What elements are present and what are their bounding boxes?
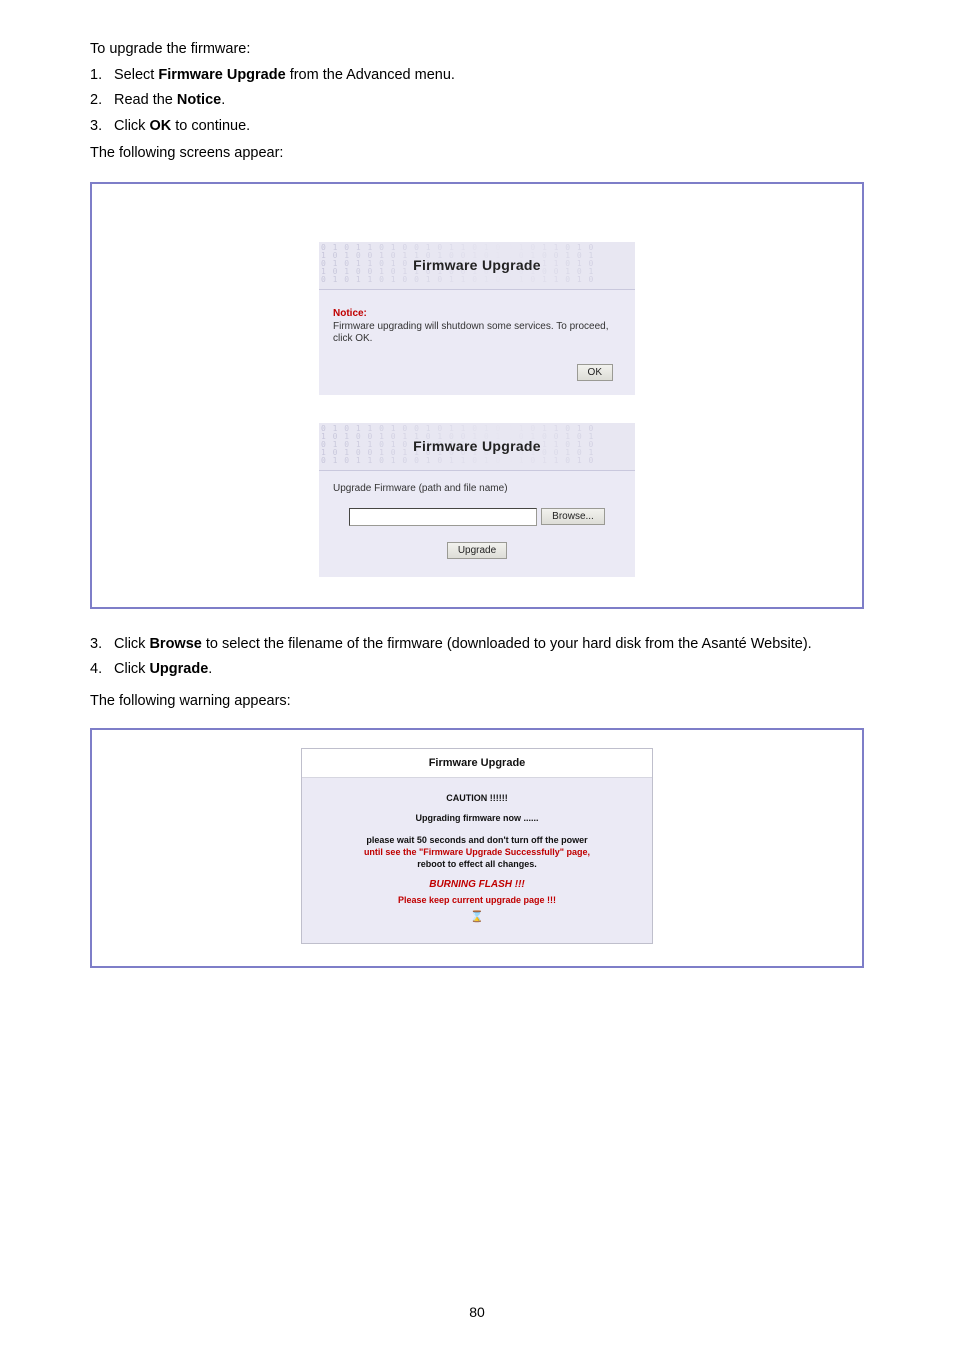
- panel-header: 0 1 0 1 1 0 1 0 0 1 0 1 1 0 1 0 0 1 0 1 …: [319, 423, 635, 471]
- panel-header: 0 1 0 1 1 0 1 0 0 1 0 1 1 0 1 0 0 1 0 1 …: [319, 242, 635, 290]
- intro-sentence: To upgrade the firmware:: [90, 40, 864, 60]
- step-number: 2.: [90, 91, 114, 111]
- panel-intro: The following screens appear:: [90, 144, 864, 164]
- caution-label: CAUTION !!!!!!: [328, 792, 626, 804]
- notice-label: Notice:: [333, 308, 621, 319]
- screenshot-frame-2: Firmware Upgrade CAUTION !!!!!! Upgradin…: [90, 728, 864, 968]
- hourglass-icon: ⌛: [328, 910, 626, 925]
- notice-text: Firmware upgrading will shutdown some se…: [333, 321, 621, 346]
- step-3b: 3. Click Browse to select the filename o…: [90, 635, 864, 655]
- document-page: To upgrade the firmware: 1. Select Firmw…: [0, 0, 954, 1350]
- step-1: 1. Select Firmware Upgrade from the Adva…: [90, 66, 864, 86]
- keep-page: Please keep current upgrade page !!!: [328, 894, 626, 906]
- panel-title: Firmware Upgrade: [413, 257, 541, 273]
- step-2: 2. Read the Notice.: [90, 91, 864, 111]
- firmware-path-input[interactable]: [349, 508, 537, 526]
- step-text: Select Firmware Upgrade from the Advance…: [114, 66, 864, 86]
- panel-title: Firmware Upgrade: [413, 438, 541, 454]
- firmware-upgrade-panel-2: 0 1 0 1 1 0 1 0 0 1 0 1 1 0 1 0 0 1 0 1 …: [319, 423, 635, 577]
- warning-line: The following warning appears:: [90, 692, 864, 712]
- step-number: 1.: [90, 66, 114, 86]
- caution-title: Firmware Upgrade: [302, 749, 652, 778]
- step-3: 3. Click OK to continue.: [90, 117, 864, 137]
- page-number: 80: [0, 1304, 954, 1320]
- upgrade-button[interactable]: Upgrade: [447, 542, 507, 559]
- screenshot-frame-1: 0 1 0 1 1 0 1 0 0 1 0 1 1 0 1 0 0 1 0 1 …: [90, 182, 864, 609]
- firmware-upgrade-panel-1: 0 1 0 1 1 0 1 0 0 1 0 1 1 0 1 0 0 1 0 1 …: [319, 242, 635, 395]
- field-label: Upgrade Firmware (path and file name): [333, 483, 621, 494]
- caution-panel: Firmware Upgrade CAUTION !!!!!! Upgradin…: [301, 748, 653, 944]
- step-number: 4.: [90, 660, 114, 680]
- step-text: Click OK to continue.: [114, 117, 864, 137]
- step-text: Click Browse to select the filename of t…: [114, 635, 864, 655]
- step-text: Read the Notice.: [114, 91, 864, 111]
- caution-body: CAUTION !!!!!! Upgrading firmware now ..…: [302, 778, 652, 943]
- step-number: 3.: [90, 117, 114, 137]
- browse-button[interactable]: Browse...: [541, 508, 605, 525]
- burning-flash: BURNING FLASH !!!: [328, 878, 626, 892]
- step-number: 3.: [90, 635, 114, 655]
- caution-message: please wait 50 seconds and don't turn of…: [328, 834, 626, 870]
- upgrading-now: Upgrading firmware now ......: [328, 812, 626, 824]
- step-text: Click Upgrade.: [114, 660, 864, 680]
- ok-button[interactable]: OK: [577, 364, 613, 381]
- step-4: 4. Click Upgrade.: [90, 660, 864, 680]
- instructions-mid: 3. Click Browse to select the filename o…: [90, 635, 864, 712]
- panel-body: Notice: Firmware upgrading will shutdown…: [319, 290, 635, 395]
- instructions-top: To upgrade the firmware: 1. Select Firmw…: [90, 40, 864, 164]
- panel-body: Upgrade Firmware (path and file name) Br…: [319, 471, 635, 577]
